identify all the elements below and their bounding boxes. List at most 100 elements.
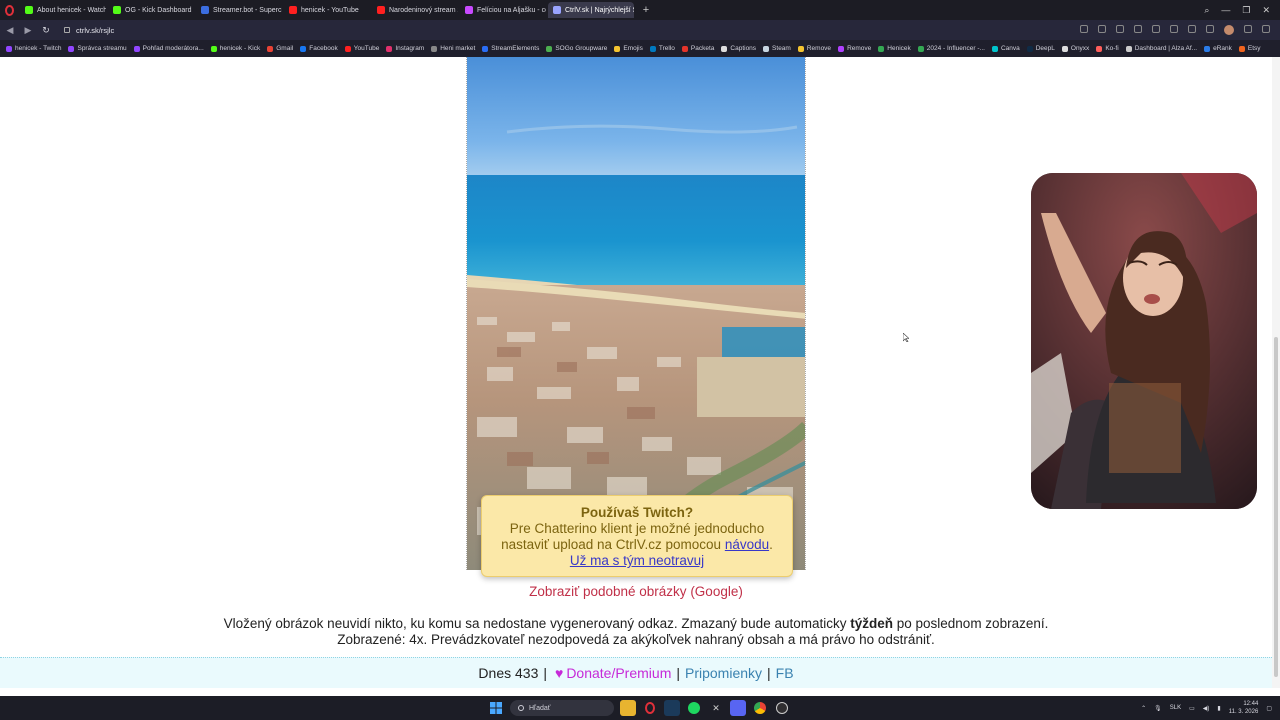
microphone-icon[interactable]: 🎙 [1154,705,1162,712]
battery-icon[interactable]: ▮ [1217,705,1220,712]
bookmark-item[interactable]: Captions [721,45,756,52]
file-explorer-icon[interactable] [620,700,636,716]
tray-chevron-icon[interactable]: ⌃ [1141,705,1146,712]
bookmark-item[interactable]: Trello [649,45,675,52]
maximize-icon[interactable]: ❐ [1242,5,1250,16]
volume-icon[interactable]: ◀) [1203,705,1210,712]
clock-date: 11. 3. 2026 [1228,709,1259,715]
extensions-icon[interactable] [1244,25,1252,33]
guide-link[interactable]: návodu [725,537,769,552]
bookmark-label: Packeta [690,45,715,52]
bookmark-item[interactable]: Remove [797,45,831,52]
bookmark-item[interactable]: henicek - Kick [210,45,260,52]
bookmark-item[interactable]: Onyxx [1061,45,1089,52]
bookmark-favicon-icon [878,45,885,52]
clock-time: 12:44 [1243,701,1259,707]
network-icon[interactable]: ▭ [1189,705,1195,712]
browser-tab[interactable]: Felíciou na Aljašku - cez r [460,2,546,18]
bookmark-item[interactable]: Ko-fi [1096,45,1119,52]
clock[interactable]: 12:44 11. 3. 2026 [1229,700,1259,716]
bookmark-item[interactable]: StreamElements [482,45,539,52]
chrome-icon[interactable] [752,700,768,716]
bookmark-item[interactable]: Facebook [300,45,338,52]
close-window-icon[interactable]: ✕ [1262,5,1270,16]
bookmark-item[interactable]: DeepL [1026,45,1055,52]
bookmark-item[interactable]: Správca streamu [68,45,127,52]
browser-tab[interactable]: Narodeninový stream 20 [372,2,458,18]
bookmark-item[interactable]: YouTube [344,45,379,52]
back-icon[interactable]: ◀ [2,22,18,38]
ai-icon[interactable] [1262,25,1270,33]
browser-tab[interactable]: About henicek - Watch Li [20,2,106,18]
reload-icon[interactable]: ↻ [38,22,54,38]
bookmark-favicon-icon [649,45,656,52]
facebook-link[interactable]: FB [776,665,794,681]
webcam-overlay [1031,173,1257,509]
bookmark-item[interactable]: Remove [838,45,871,52]
heart-icon[interactable] [1170,25,1178,33]
bookmark-item[interactable]: Emojis [614,45,643,52]
scrollbar-thumb[interactable] [1274,337,1278,677]
opera-icon[interactable] [642,700,658,716]
search-tabs-icon[interactable]: ⌕ [1204,5,1209,16]
feedback-link[interactable]: Pripomienky [685,665,762,681]
player-icon[interactable] [1152,25,1160,33]
bookmark-favicon-icon [386,45,393,52]
bookmark-item[interactable]: Heni market [431,45,475,52]
bookmark-item[interactable]: Etsy [1238,45,1261,52]
bookmark-favicon-icon [267,45,274,52]
language-indicator[interactable]: SLK [1170,705,1181,711]
zoom-icon[interactable] [1080,25,1088,33]
bookmark-label: Steam [772,45,791,52]
start-icon[interactable] [488,700,504,716]
bookmark-item[interactable]: SOGo Groupware [546,45,607,52]
bookmark-item[interactable]: Gmail [267,45,293,52]
donate-link[interactable]: Donate/Premium [566,665,671,681]
uploaded-image[interactable] [466,57,806,570]
browser-tab[interactable]: henicek - YouTube [284,2,370,18]
bookmark-item[interactable]: Dashboard | Alza Af... [1125,45,1197,52]
page-scrollbar[interactable] [1272,57,1280,688]
bookmark-favicon-icon [68,45,75,52]
bookmark-label: Etsy [1247,45,1261,52]
downloads-icon[interactable] [1188,25,1196,33]
bookmark-favicon-icon [1204,45,1211,52]
camera-icon[interactable] [1116,25,1124,33]
bookmark-item[interactable]: Steam [763,45,791,52]
steam-icon[interactable] [664,700,680,716]
forward-icon[interactable]: ▶ [20,22,36,38]
bookmark-item[interactable]: Canva [991,45,1020,52]
minimize-icon[interactable]: — [1221,5,1230,15]
profile-avatar[interactable] [1224,25,1234,35]
obs-icon[interactable] [774,700,790,716]
xbox-icon[interactable]: ✕ [708,700,724,716]
new-tab-button[interactable]: + [640,4,652,16]
bookmark-label: Captions [730,45,757,52]
tab-snapshot-icon[interactable] [1098,25,1106,33]
url-field[interactable]: ctrlv.sk/rsjlc [60,22,1080,38]
bookmark-favicon-icon [797,45,804,52]
bookmark-label: DeepL [1035,45,1055,52]
bookmark-favicon-icon [133,45,140,52]
bookmark-label: Pohľad moderátora... [142,45,204,52]
browser-tab[interactable]: CtrlV.sk | Najrýchlejší Scre [548,2,634,18]
vpn-icon[interactable] [1134,25,1142,33]
browser-tab[interactable]: Streamer.bot - Supercha [196,2,282,18]
discord-icon[interactable] [730,700,746,716]
address-bar: ◀ ▶ ↻ ctrlv.sk/rsjlc [0,20,1280,40]
browser-tab[interactable]: OG - Kick Dashboard [108,2,194,18]
opera-menu-icon[interactable] [0,0,18,20]
bookmark-item[interactable]: eRank [1204,45,1232,52]
menu-icon[interactable] [1206,25,1214,33]
similar-images-link[interactable]: Zobraziť podobné obrázky (Google) [0,584,1272,599]
bookmark-item[interactable]: 2024 - Influencer -... [917,45,985,52]
taskbar-search[interactable]: Hľadať [510,700,614,716]
bookmark-item[interactable]: henicek - Twitch [6,45,61,52]
bookmark-item[interactable]: Pohľad moderátora... [133,45,204,52]
notifications-icon[interactable]: ▢ [1266,705,1272,712]
bookmark-item[interactable]: Henicek [878,45,911,52]
bookmark-item[interactable]: Packeta [681,45,715,52]
spotify-icon[interactable] [686,700,702,716]
bookmark-item[interactable]: Instagram [386,45,424,52]
dismiss-notice-link[interactable]: Už ma s tým neotravuj [570,553,704,568]
